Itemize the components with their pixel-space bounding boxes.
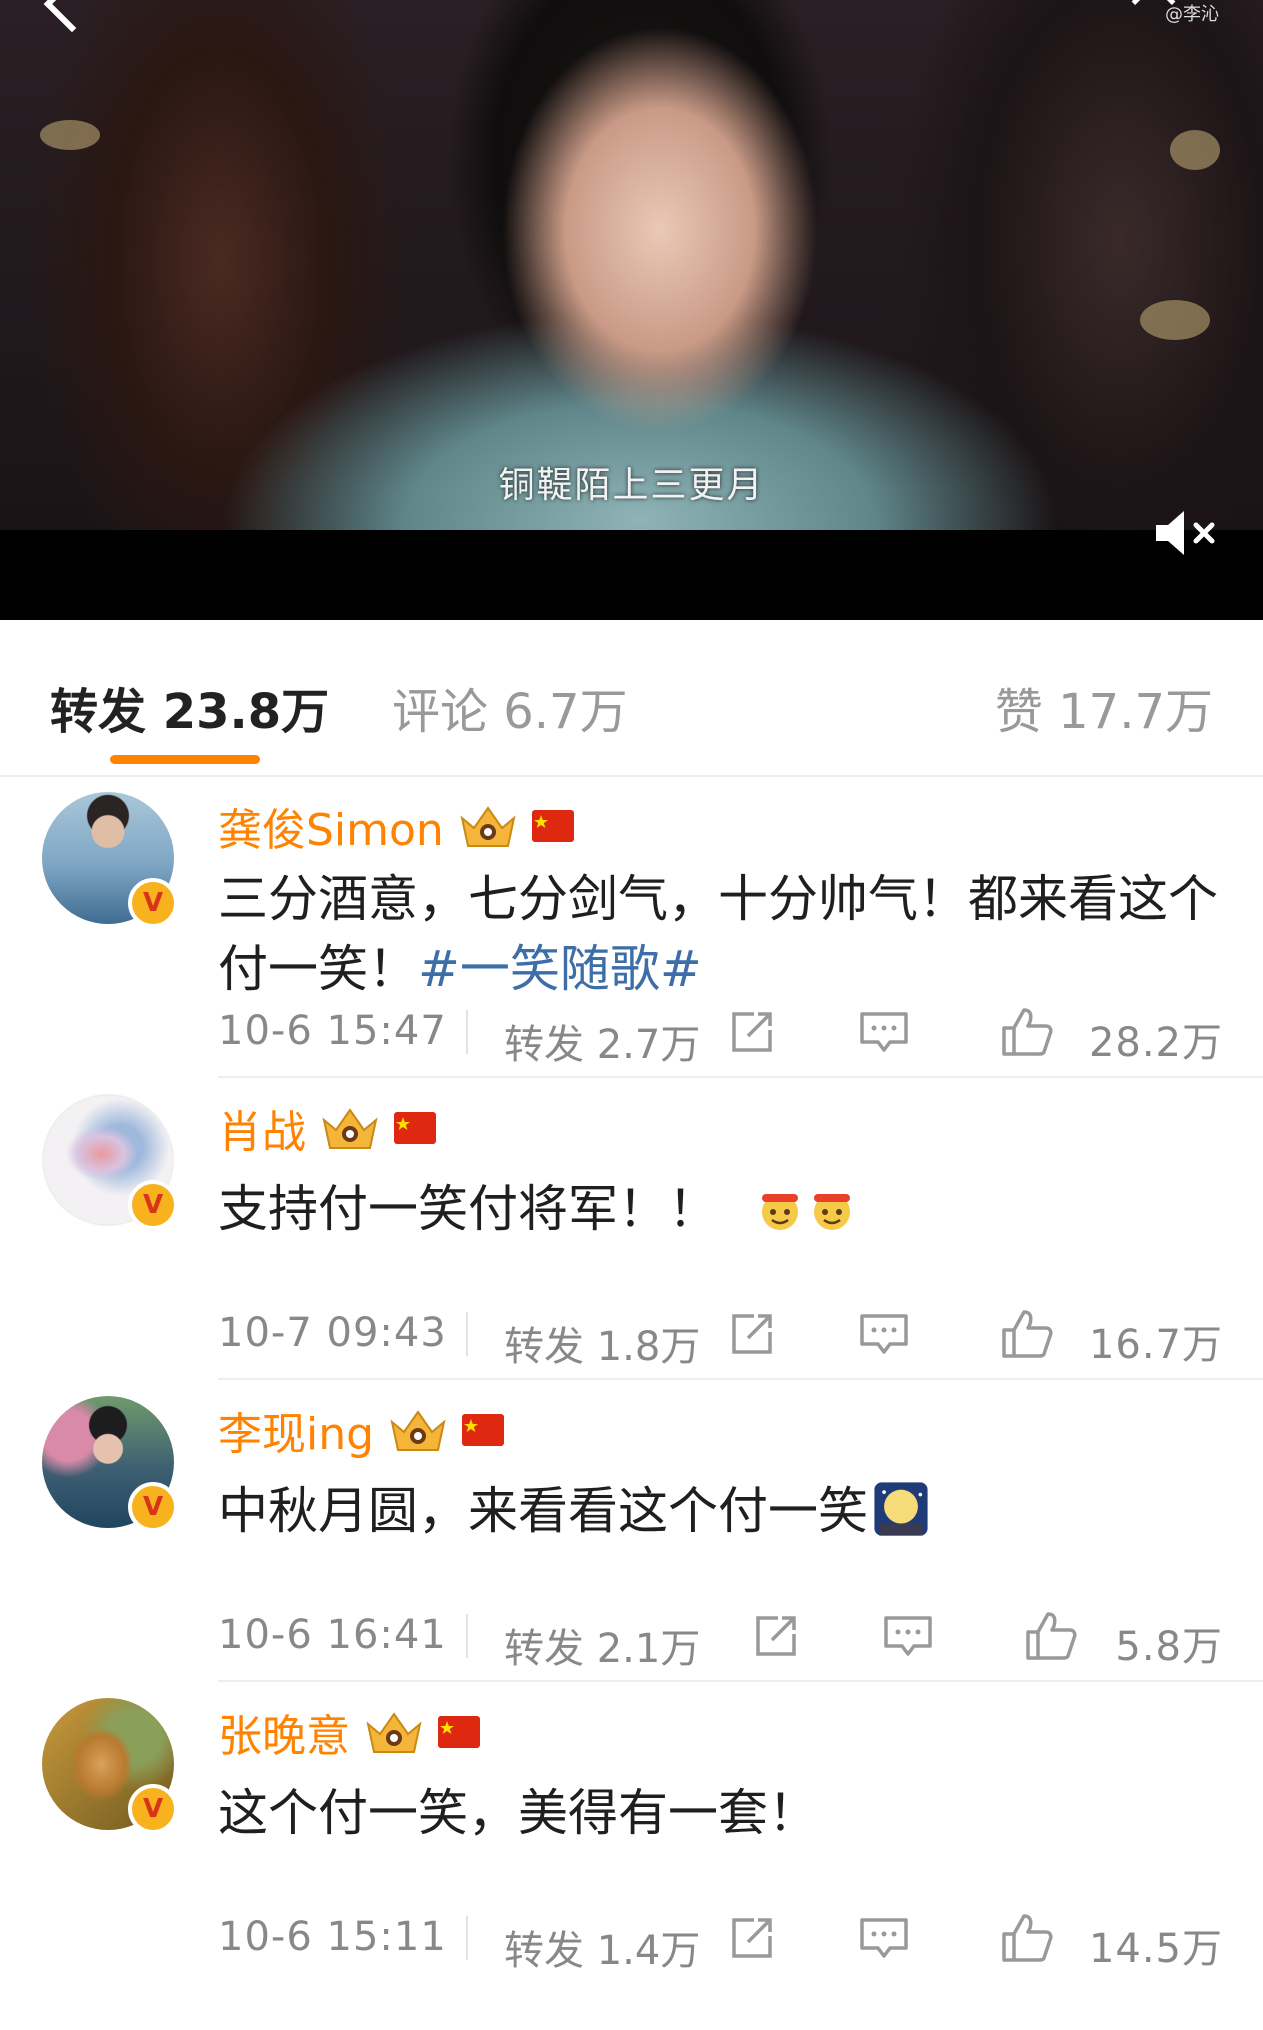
repost-icon[interactable] [728, 1310, 776, 1358]
speaker-muted-icon [1156, 511, 1215, 555]
repost-text: 支持付一笑付将军！！ [218, 1174, 1218, 1244]
list-item[interactable]: V 肖战 支持付一笑付将军！！ 10-7 09:43 转发 1.8万 16.7万 [0, 1078, 1263, 1380]
repost-text: 中秋月圆，来看看这个付一笑 [218, 1476, 1218, 1546]
timestamp: 10-6 15:11 [218, 1914, 447, 1960]
cheering-emoji-icon [761, 1194, 798, 1230]
action-bar: 10-7 09:43 转发 1.8万 16.7万 [218, 1304, 1223, 1370]
timestamp: 10-7 09:43 [218, 1310, 447, 1356]
divider [466, 1312, 468, 1356]
thumbs-up-icon[interactable] [1000, 1912, 1054, 1964]
crown-icon [460, 806, 516, 847]
list-item[interactable]: V 龚俊Simon 三分酒意，七分剑气，十分帅气！都来看这个付一笑！#一笑随歌#… [0, 776, 1263, 1078]
crown-icon [390, 1410, 446, 1451]
repost-text: 这个付一笑，美得有一套！ [218, 1778, 1218, 1848]
repost-body: 三分酒意，七分剑气，十分帅气！都来看这个付一笑！ [218, 870, 1218, 998]
thumbs-up-icon[interactable] [1000, 1308, 1054, 1360]
user-name[interactable]: 龚俊Simon [218, 794, 444, 858]
repost-icon[interactable] [728, 1914, 776, 1962]
china-flag-icon [438, 1716, 480, 1748]
repost-list: V 龚俊Simon 三分酒意，七分剑气，十分帅气！都来看这个付一笑！#一笑随歌#… [0, 776, 1263, 1984]
repost-icon[interactable] [728, 1008, 776, 1056]
thumbs-up-icon[interactable] [1024, 1610, 1078, 1662]
video-subtitle: 铜鞮陌上三更月 [498, 465, 765, 506]
list-item[interactable]: V 张晚意 这个付一笑，美得有一套！ 10-6 15:11 转发 1.4万 14… [0, 1682, 1263, 1984]
background-ornament [1170, 130, 1220, 170]
like-count: 5.8万 [1115, 1624, 1223, 1670]
divider [466, 1916, 468, 1960]
china-flag-icon [531, 810, 574, 842]
repost-icon[interactable] [752, 1612, 800, 1660]
action-bar: 10-6 15:47 转发 2.7万 28.2万 [218, 1002, 1223, 1068]
timestamp: 10-6 15:47 [218, 1008, 447, 1054]
comment-icon[interactable] [858, 1312, 910, 1358]
user-name[interactable]: 李现ing [218, 1398, 374, 1462]
tab-repost[interactable]: 转发 23.8万 [50, 672, 329, 742]
video-player[interactable]: @李沁 铜鞮陌上三更月 [0, 0, 1263, 620]
list-item[interactable]: V 李现ing 中秋月圆，来看看这个付一笑 10-6 16:41 转发 2.1万… [0, 1380, 1263, 1682]
crown-icon [366, 1712, 422, 1753]
thumbs-up-icon[interactable] [1000, 1006, 1054, 1058]
topic-link[interactable]: #一笑随歌# [418, 940, 702, 998]
comment-icon[interactable] [858, 1010, 910, 1056]
repost-text: 三分酒意，七分剑气，十分帅气！都来看这个付一笑！#一笑随歌# [218, 864, 1218, 1004]
divider [466, 1010, 468, 1054]
like-count: 16.7万 [1088, 1322, 1223, 1368]
tab-bar: 转发 23.8万 评论 6.7万 赞 17.7万 [0, 620, 1263, 777]
china-flag-icon [394, 1112, 436, 1144]
repost-count[interactable]: 转发 2.1万 [504, 1616, 700, 1674]
background-ornament [40, 120, 100, 150]
verified-badge-icon: V [128, 1482, 178, 1532]
china-flag-icon [462, 1414, 505, 1446]
repost-count[interactable]: 转发 1.4万 [504, 1918, 700, 1976]
verified-badge-icon: V [128, 878, 178, 928]
comment-icon[interactable] [882, 1614, 934, 1660]
video-frame [0, 0, 1263, 530]
repost-count[interactable]: 转发 2.7万 [504, 1012, 700, 1070]
verified-badge-icon: V [128, 1180, 178, 1230]
action-bar: 10-6 15:11 转发 1.4万 14.5万 [218, 1908, 1223, 1974]
like-count: 14.5万 [1088, 1926, 1223, 1972]
timestamp: 10-6 16:41 [218, 1612, 447, 1658]
background-ornament [1140, 300, 1210, 340]
user-name[interactable]: 肖战 [218, 1096, 306, 1160]
tab-like[interactable]: 赞 17.7万 [995, 672, 1213, 742]
video-watermark: @李沁 [1165, 4, 1219, 25]
tab-comment[interactable]: 评论 6.7万 [392, 672, 628, 742]
user-name[interactable]: 张晚意 [218, 1700, 350, 1764]
mute-button[interactable] [1152, 505, 1222, 561]
comment-icon[interactable] [858, 1916, 910, 1962]
cheering-emoji-icon [813, 1194, 850, 1230]
like-count: 28.2万 [1088, 1020, 1223, 1066]
repost-body: 支持付一笑付将军！！ [218, 1180, 718, 1238]
divider [466, 1614, 468, 1658]
moon-night-emoji-icon [874, 1482, 928, 1536]
verified-badge-icon: V [128, 1784, 178, 1834]
active-tab-indicator [110, 755, 260, 764]
action-bar: 10-6 16:41 转发 2.1万 5.8万 [218, 1606, 1223, 1672]
repost-body: 中秋月圆，来看看这个付一笑 [218, 1482, 868, 1540]
repost-count[interactable]: 转发 1.8万 [504, 1314, 700, 1372]
repost-body: 这个付一笑，美得有一套！ [218, 1784, 818, 1842]
crown-icon [322, 1108, 378, 1149]
